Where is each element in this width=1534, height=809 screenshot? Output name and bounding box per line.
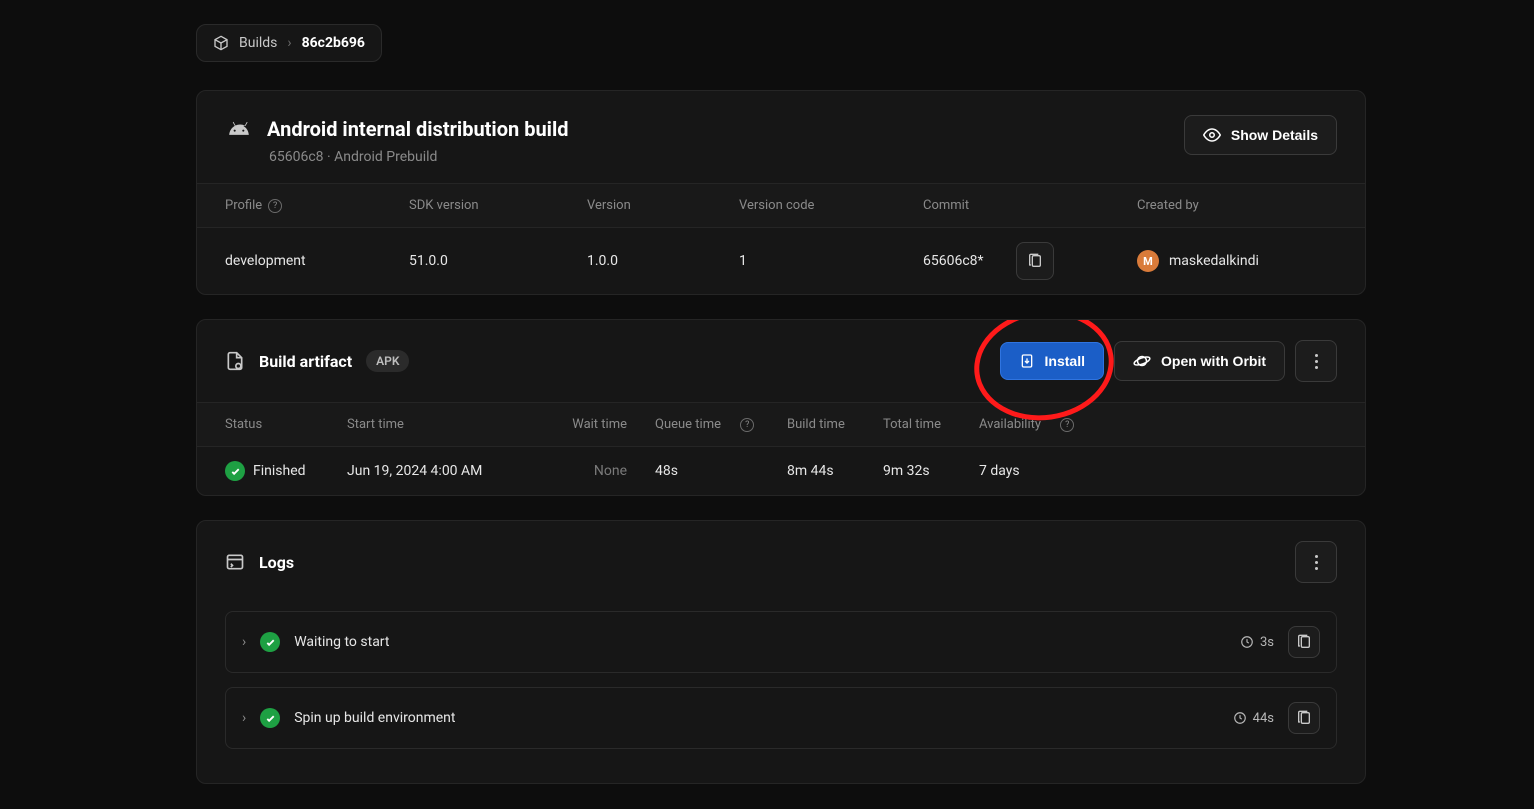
created-by-user[interactable]: M maskedalkindi bbox=[1137, 250, 1259, 272]
build-header-panel: Android internal distribution build 6560… bbox=[196, 90, 1366, 295]
logs-title: Logs bbox=[259, 553, 294, 572]
log-step[interactable]: › Waiting to start 3s bbox=[225, 611, 1337, 673]
col-header-version-code: Version code bbox=[739, 198, 923, 213]
col-header-commit: Commit bbox=[923, 198, 1137, 213]
terminal-icon bbox=[225, 552, 245, 572]
col-header-queue-time: Queue time ? bbox=[655, 417, 787, 432]
clipboard-icon bbox=[1296, 634, 1312, 650]
commit-value: 65606c8* bbox=[923, 253, 984, 269]
check-circle-icon bbox=[260, 708, 280, 728]
install-label: Install bbox=[1045, 353, 1085, 369]
artifact-more-button[interactable] bbox=[1295, 340, 1337, 382]
col-header-status: Status bbox=[225, 417, 347, 432]
kebab-icon bbox=[1315, 555, 1318, 570]
build-stats-row: Finished Jun 19, 2024 4:00 AM None 48s 8… bbox=[197, 446, 1365, 495]
total-time-value: 9m 32s bbox=[883, 463, 979, 479]
install-icon bbox=[1019, 353, 1035, 369]
col-header-total-time: Total time bbox=[883, 417, 979, 432]
breadcrumb[interactable]: Builds › 86c2b696 bbox=[196, 24, 382, 62]
wait-time-value: None bbox=[533, 463, 627, 479]
log-step-label: Waiting to start bbox=[294, 634, 389, 650]
build-stats-header: Status Start time Wait time Queue time ?… bbox=[197, 402, 1365, 446]
col-header-version: Version bbox=[587, 198, 739, 213]
clipboard-icon bbox=[1296, 710, 1312, 726]
copy-log-button[interactable] bbox=[1288, 702, 1320, 734]
check-circle-icon bbox=[260, 632, 280, 652]
planet-icon bbox=[1133, 352, 1151, 370]
copy-log-button[interactable] bbox=[1288, 626, 1320, 658]
creator-name: maskedalkindi bbox=[1169, 253, 1259, 269]
build-time-value: 8m 44s bbox=[787, 463, 883, 479]
show-details-label: Show Details bbox=[1231, 127, 1318, 143]
clock-icon bbox=[1240, 635, 1254, 649]
help-icon[interactable]: ? bbox=[268, 199, 282, 213]
logs-panel: Logs › Waiting to start 3s › Spin up bui… bbox=[196, 520, 1366, 784]
status-value: Finished bbox=[253, 463, 306, 479]
log-step-label: Spin up build environment bbox=[294, 710, 455, 726]
artifact-title: Build artifact bbox=[259, 352, 352, 371]
col-header-sdk: SDK version bbox=[409, 198, 587, 213]
log-step-duration: 3s bbox=[1240, 635, 1274, 650]
col-header-start-time: Start time bbox=[347, 417, 533, 432]
help-icon[interactable]: ? bbox=[740, 418, 754, 432]
logs-more-button[interactable] bbox=[1295, 541, 1337, 583]
col-header-build-time: Build time bbox=[787, 417, 883, 432]
apk-badge: APK bbox=[366, 350, 409, 372]
chevron-right-icon: › bbox=[242, 710, 246, 726]
clock-icon bbox=[1233, 711, 1247, 725]
document-icon bbox=[225, 350, 245, 372]
sdk-value: 51.0.0 bbox=[409, 242, 587, 280]
page-title: Android internal distribution build bbox=[267, 117, 569, 141]
cube-icon bbox=[213, 35, 229, 51]
start-time-value: Jun 19, 2024 4:00 AM bbox=[347, 463, 533, 479]
build-info-table: Profile? SDK version Version Version cod… bbox=[197, 183, 1365, 294]
check-circle-icon bbox=[225, 461, 245, 481]
build-artifact-panel: Build artifact APK Install Open with Orb… bbox=[196, 319, 1366, 496]
col-header-availability: Availability ? bbox=[979, 417, 1099, 432]
orbit-label: Open with Orbit bbox=[1161, 353, 1266, 369]
help-icon[interactable]: ? bbox=[1060, 418, 1074, 432]
copy-commit-button[interactable] bbox=[1016, 242, 1054, 280]
version-code-value: 1 bbox=[739, 242, 923, 280]
android-icon bbox=[225, 115, 253, 143]
avatar: M bbox=[1137, 250, 1159, 272]
availability-value: 7 days bbox=[979, 463, 1099, 479]
log-step-duration: 44s bbox=[1233, 711, 1274, 726]
chevron-right-icon: › bbox=[287, 35, 291, 51]
kebab-icon bbox=[1315, 354, 1318, 369]
queue-time-value: 48s bbox=[655, 463, 787, 479]
col-header-wait-time: Wait time bbox=[533, 417, 627, 432]
build-info-row: development 51.0.0 1.0.0 1 65606c8* M ma… bbox=[197, 228, 1365, 294]
breadcrumb-builds-link[interactable]: Builds bbox=[239, 35, 277, 51]
log-step[interactable]: › Spin up build environment 44s bbox=[225, 687, 1337, 749]
show-details-button[interactable]: Show Details bbox=[1184, 115, 1337, 155]
version-value: 1.0.0 bbox=[587, 242, 739, 280]
open-with-orbit-button[interactable]: Open with Orbit bbox=[1114, 341, 1285, 381]
breadcrumb-current: 86c2b696 bbox=[302, 35, 365, 51]
chevron-right-icon: › bbox=[242, 634, 246, 650]
page-subtitle: 65606c8 · Android Prebuild bbox=[269, 149, 569, 165]
install-button[interactable]: Install bbox=[1000, 342, 1104, 380]
eye-icon bbox=[1203, 126, 1221, 144]
col-header-created-by: Created by bbox=[1137, 198, 1337, 213]
profile-value: development bbox=[225, 242, 409, 280]
col-header-profile: Profile? bbox=[225, 198, 409, 213]
clipboard-icon bbox=[1027, 253, 1043, 269]
